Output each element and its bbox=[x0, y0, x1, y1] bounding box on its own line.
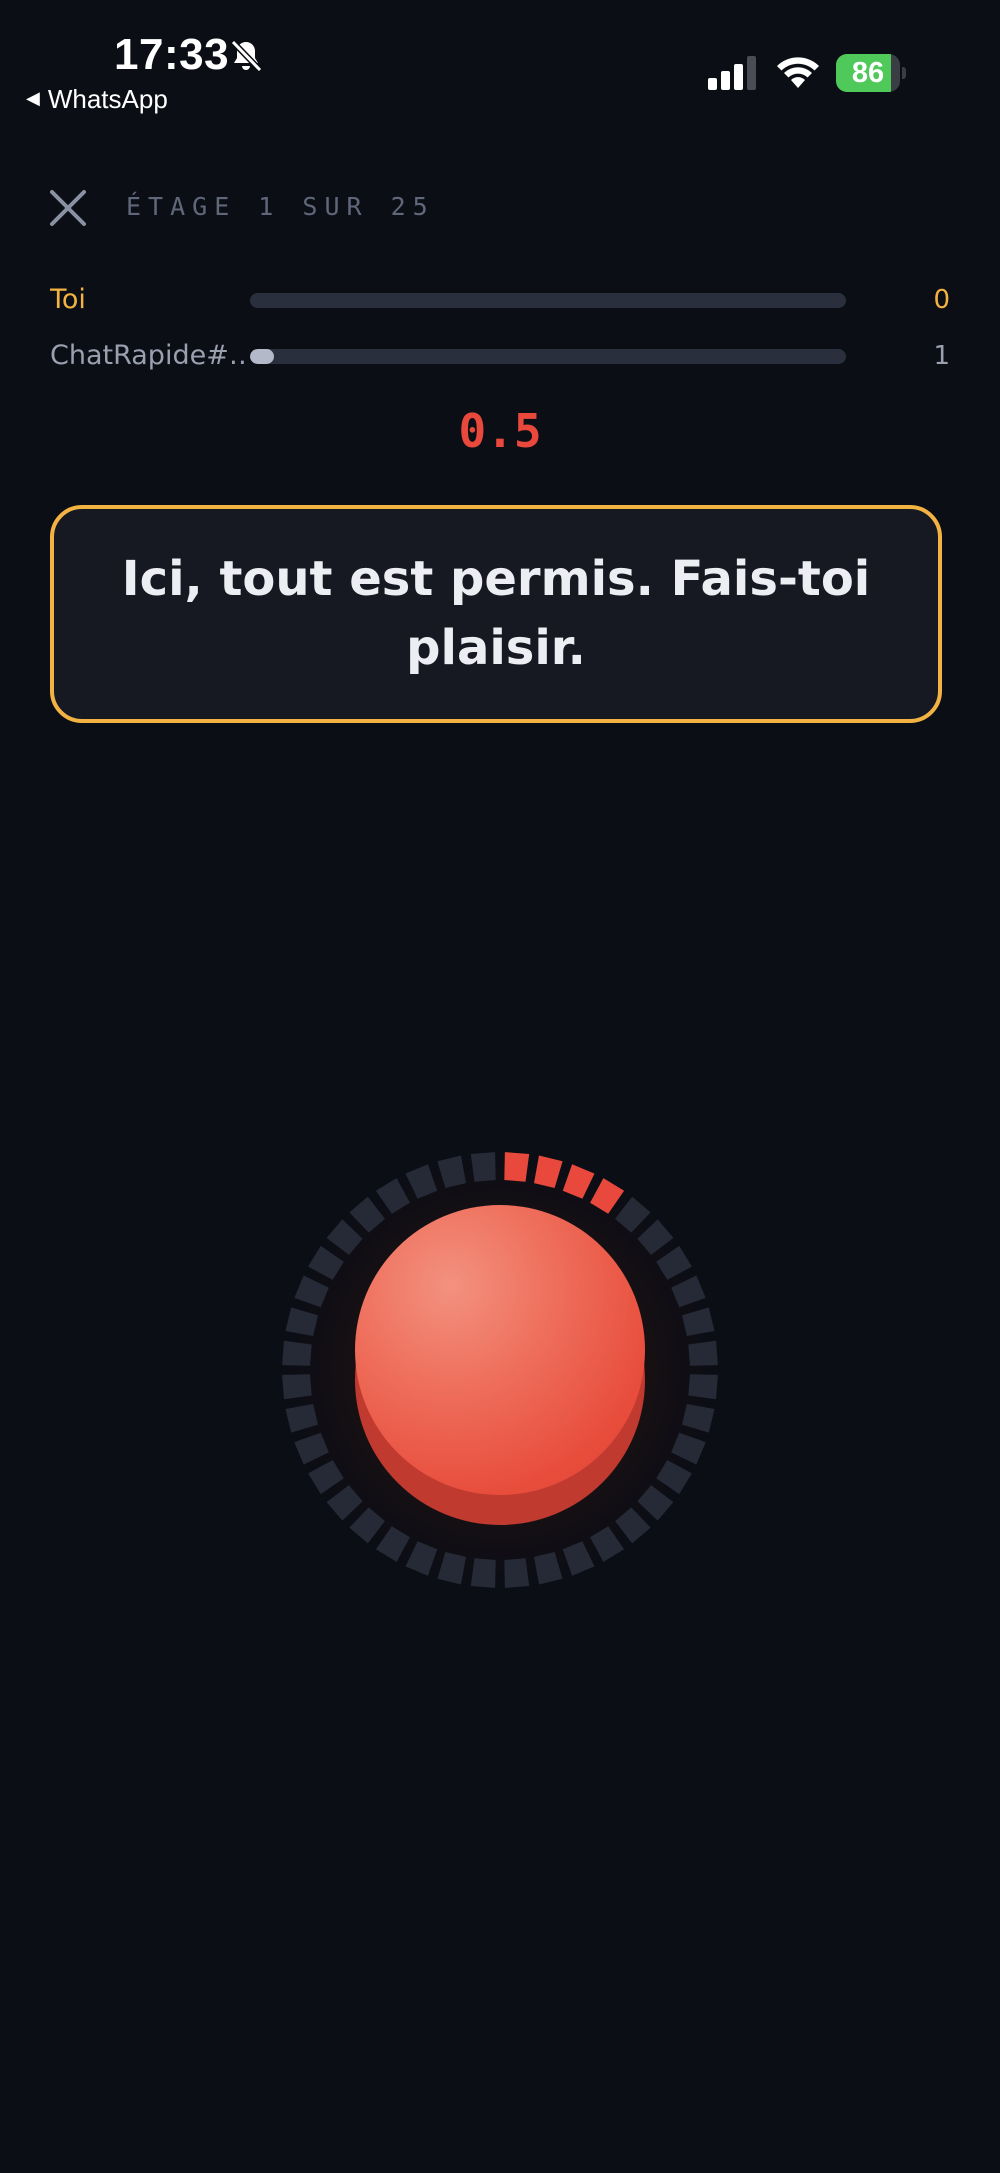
player-row-you: Toi 0 bbox=[50, 280, 950, 320]
dial-segment bbox=[470, 1152, 496, 1182]
back-arrow-icon: ◀ bbox=[26, 88, 40, 108]
signal-icon bbox=[708, 56, 756, 90]
battery-indicator: 86 bbox=[836, 54, 906, 92]
player-row-opponent: ChatRapide#… 1 bbox=[50, 336, 950, 376]
player-score: 0 bbox=[933, 285, 950, 315]
back-to-app-link[interactable]: ◀ WhatsApp bbox=[26, 84, 168, 115]
big-red-button[interactable] bbox=[355, 1205, 645, 1525]
message-card: Ici, tout est permis. Fais-toi plaisir. bbox=[50, 505, 942, 723]
dial-segment bbox=[504, 1558, 530, 1588]
dial-segment bbox=[282, 1374, 312, 1400]
player-progress-track bbox=[250, 293, 846, 308]
battery-percent: 86 bbox=[851, 57, 885, 89]
button-top bbox=[355, 1205, 645, 1495]
wifi-icon bbox=[777, 57, 819, 88]
close-icon[interactable] bbox=[46, 186, 90, 230]
player-progress-fill bbox=[250, 349, 274, 364]
status-time: 17:33 bbox=[114, 30, 230, 79]
player-name: Toi bbox=[50, 284, 86, 315]
player-score: 1 bbox=[933, 341, 950, 371]
dial-segment bbox=[282, 1340, 312, 1366]
dial-segment bbox=[688, 1340, 718, 1366]
back-app-label: WhatsApp bbox=[47, 84, 168, 114]
timer-value: 0.5 bbox=[458, 404, 542, 458]
player-name: ChatRapide#… bbox=[50, 340, 248, 371]
dial-segment bbox=[688, 1374, 718, 1400]
player-progress-track bbox=[250, 349, 846, 364]
stage-label: ÉTAGE 1 SUR 25 bbox=[126, 192, 435, 221]
dial-segment bbox=[470, 1558, 496, 1588]
dial-segment-active bbox=[504, 1152, 530, 1182]
bell-slash-icon bbox=[230, 39, 263, 73]
message-text: Ici, tout est permis. Fais-toi plaisir. bbox=[121, 551, 871, 676]
